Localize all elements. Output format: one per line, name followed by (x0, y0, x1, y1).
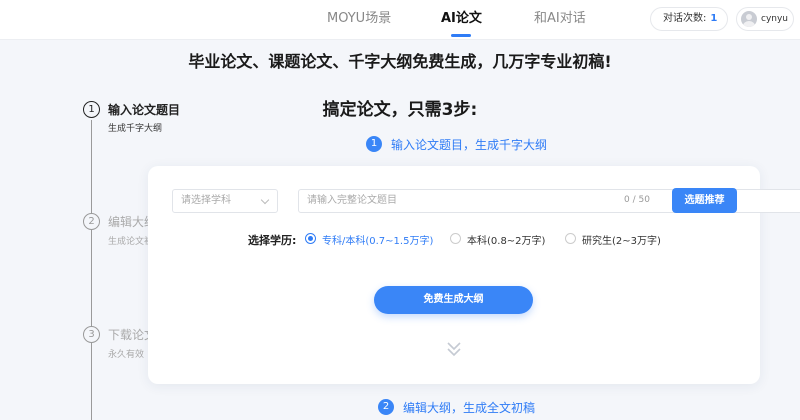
subject-select-placeholder: 请选择学科 (181, 195, 231, 206)
tab-ai-paper[interactable]: AI论文 (441, 0, 482, 40)
topic-recommend-button[interactable]: 选题推荐 (672, 188, 737, 213)
radio-graduate-label[interactable]: 研究生(2~3万字) (582, 232, 661, 247)
tab-moyu-scenes[interactable]: MOYU场景 (327, 0, 391, 40)
step-1-number: 1 (83, 101, 100, 118)
step-1-subtitle: 生成千字大纲 (108, 124, 163, 134)
chat-count-label: 对话次数: (663, 13, 707, 24)
step-3-subtitle: 永久有效 (108, 350, 145, 360)
steps-subtitle: 搞定论文，只需3步: (322, 100, 478, 120)
double-chevron-down-icon[interactable] (445, 340, 463, 358)
step-1-title: 输入论文题目 (108, 103, 181, 117)
paper-title-placeholder: 请输入完整论文题目 (307, 195, 397, 206)
education-label: 选择学历: (248, 234, 297, 247)
radio-bachelor[interactable] (450, 233, 461, 244)
chevron-down-icon (260, 195, 270, 205)
chat-count-badge: 对话次数: 1 (650, 7, 728, 31)
radio-graduate[interactable] (565, 233, 576, 244)
radio-associate-bachelor-label[interactable]: 专科/本科(0.7~1.5万字) (322, 232, 433, 247)
step-2-number: 2 (83, 213, 100, 230)
top-header: MOYU场景 AI论文 和AI对话 对话次数: 1 cynyu (0, 0, 800, 40)
avatar-icon (741, 11, 757, 27)
center-step-2-text: 编辑大纲，生成全文初稿 (403, 401, 536, 415)
step-3-number: 3 (83, 326, 100, 343)
tab-ai-chat[interactable]: 和AI对话 (534, 0, 586, 40)
user-name: cynyu (761, 14, 789, 24)
center-step-2-number: 2 (378, 399, 394, 415)
paper-form-card: 请选择学科 请输入完整论文题目 0 / 50 选题推荐 选择学历: 专科/本科(… (148, 166, 800, 384)
chat-count-value: 1 (710, 13, 718, 24)
center-step-1-text: 输入论文题目，生成千字大纲 (391, 138, 548, 152)
step-timeline-line (91, 120, 92, 420)
title-char-counter: 0 / 50 (624, 195, 650, 205)
user-menu[interactable]: cynyu (736, 7, 794, 31)
radio-bachelor-label[interactable]: 本科(0.8~2万字) (467, 232, 545, 247)
subject-select[interactable]: 请选择学科 (172, 189, 278, 213)
radio-associate-bachelor[interactable] (305, 233, 316, 244)
center-step-1-number: 1 (366, 136, 382, 152)
generate-outline-button[interactable]: 免费生成大纲 (374, 286, 533, 314)
page-headline: 毕业论文、课题论文、千字大纲免费生成，几万字专业初稿! (188, 52, 612, 71)
